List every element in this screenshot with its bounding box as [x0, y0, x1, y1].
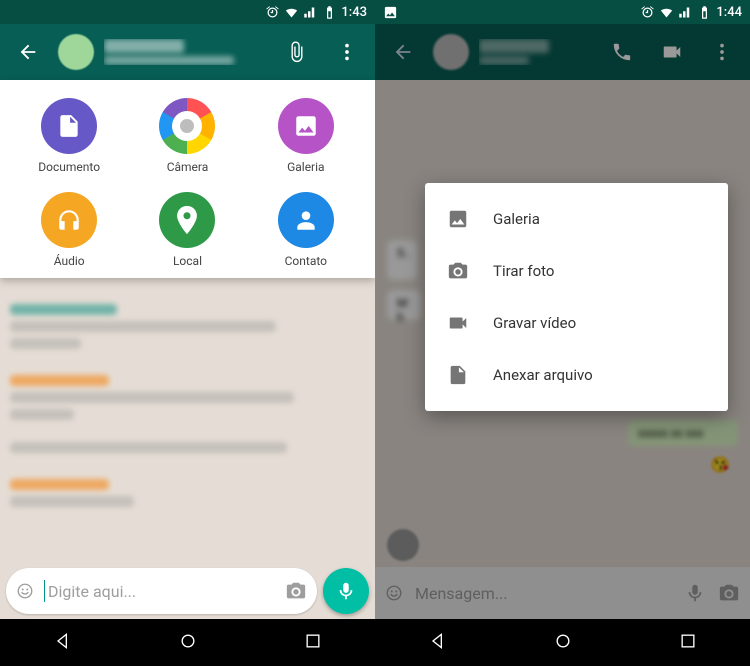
- attachment-sheet: Documento Câmera Galeria Áudio: [0, 80, 375, 278]
- emoji-icon[interactable]: [16, 582, 34, 600]
- camera-input-icon[interactable]: [285, 580, 307, 602]
- videocam-icon: [447, 312, 469, 334]
- signal-icon: [303, 5, 318, 20]
- nav-recent[interactable]: [303, 631, 323, 655]
- camera-icon: [159, 98, 215, 154]
- attach-button[interactable]: [277, 32, 317, 72]
- document-icon: [41, 98, 97, 154]
- gallery-icon: [278, 98, 334, 154]
- contact-title-block[interactable]: [104, 39, 267, 65]
- attach-contact-label: Contato: [285, 254, 327, 268]
- menu-gallery[interactable]: Galeria: [425, 193, 728, 245]
- status-time: 1:43: [341, 5, 367, 20]
- headphones-icon: [41, 192, 97, 248]
- nav-back[interactable]: [53, 631, 73, 655]
- nav-home[interactable]: [178, 631, 198, 655]
- wifi-icon: [284, 5, 299, 20]
- message-input[interactable]: Digite aqui...: [6, 568, 317, 614]
- menu-record-video-label: Gravar vídeo: [493, 314, 576, 332]
- android-nav-bar: [0, 619, 375, 666]
- app-bar: [0, 24, 375, 80]
- attach-camera-label: Câmera: [167, 160, 209, 174]
- signal-icon: [678, 5, 693, 20]
- menu-record-video[interactable]: Gravar vídeo: [425, 297, 728, 349]
- camera-icon: [447, 260, 469, 282]
- menu-take-photo[interactable]: Tirar foto: [425, 245, 728, 297]
- attach-gallery[interactable]: Galeria: [247, 98, 365, 174]
- status-time: 1:44: [716, 5, 742, 20]
- alarm-icon: [265, 5, 280, 20]
- attach-document-label: Documento: [38, 160, 100, 174]
- menu-take-photo-label: Tirar foto: [493, 262, 554, 280]
- attach-audio[interactable]: Áudio: [10, 192, 128, 268]
- person-icon: [278, 192, 334, 248]
- attachment-menu: Galeria Tirar foto Gravar vídeo Anexar a…: [425, 183, 728, 411]
- back-button[interactable]: [8, 32, 48, 72]
- menu-attach-file[interactable]: Anexar arquivo: [425, 349, 728, 401]
- phone-right: 1:44 S.. M b xxxxx xx xxx: [375, 0, 750, 666]
- attach-location[interactable]: Local: [128, 192, 246, 268]
- android-nav-bar: [375, 619, 750, 666]
- file-icon: [447, 364, 469, 386]
- battery-icon: [697, 5, 712, 20]
- attach-camera[interactable]: Câmera: [128, 98, 246, 174]
- menu-attach-file-label: Anexar arquivo: [493, 366, 593, 384]
- wifi-icon: [659, 5, 674, 20]
- composer: Digite aqui...: [0, 563, 375, 619]
- voice-message-button[interactable]: [323, 568, 369, 614]
- message-placeholder: Digite aqui...: [44, 582, 275, 601]
- contact-avatar[interactable]: [58, 34, 94, 70]
- attach-contact[interactable]: Contato: [247, 192, 365, 268]
- menu-gallery-label: Galeria: [493, 210, 540, 228]
- nav-back[interactable]: [428, 631, 448, 655]
- nav-home[interactable]: [553, 631, 573, 655]
- attach-audio-label: Áudio: [54, 254, 85, 268]
- attach-document[interactable]: Documento: [10, 98, 128, 174]
- phone-left: 1:43: [0, 0, 375, 666]
- location-pin-icon: [159, 192, 215, 248]
- battery-icon: [322, 5, 337, 20]
- attach-location-label: Local: [173, 254, 202, 268]
- overflow-menu-button[interactable]: [327, 32, 367, 72]
- alarm-icon: [640, 5, 655, 20]
- status-bar: 1:43: [0, 0, 375, 24]
- nav-recent[interactable]: [678, 631, 698, 655]
- attach-gallery-label: Galeria: [287, 160, 325, 174]
- status-bar: 1:44: [375, 0, 750, 24]
- image-notification-icon: [383, 5, 398, 20]
- image-icon: [447, 208, 469, 230]
